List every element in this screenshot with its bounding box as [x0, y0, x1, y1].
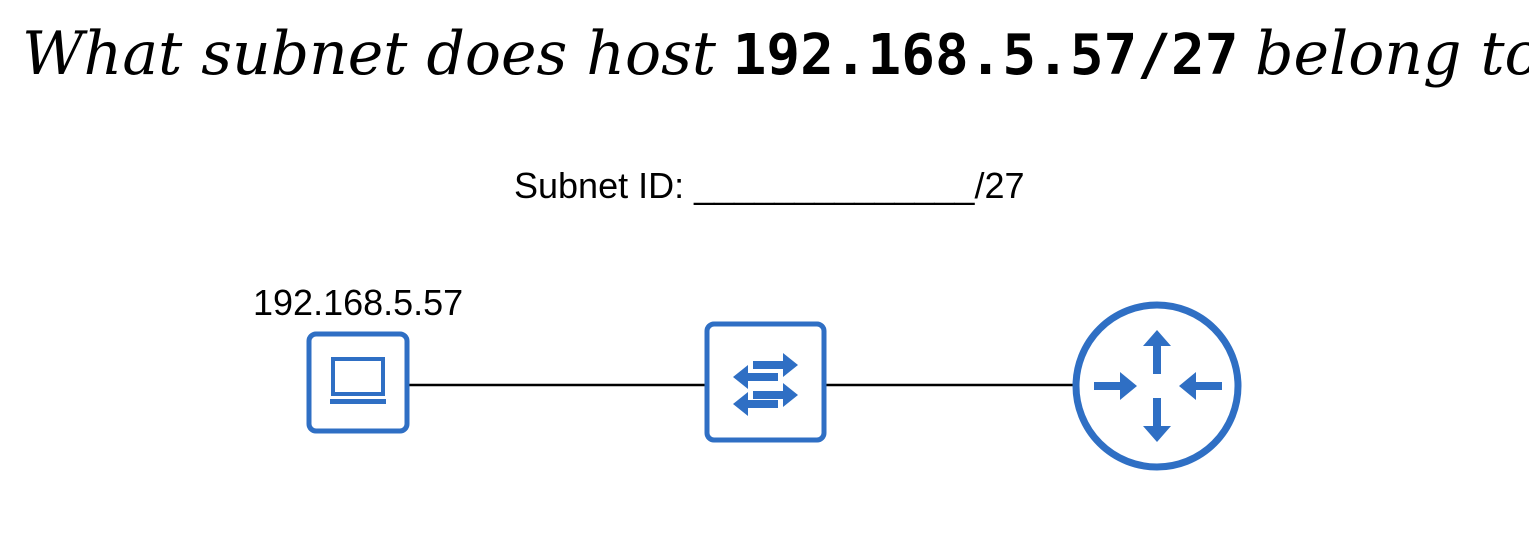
router-icon[interactable] [1072, 301, 1242, 471]
pc-icon[interactable] [306, 331, 410, 434]
network-diagram [306, 301, 1242, 471]
switch-icon[interactable] [704, 321, 827, 443]
